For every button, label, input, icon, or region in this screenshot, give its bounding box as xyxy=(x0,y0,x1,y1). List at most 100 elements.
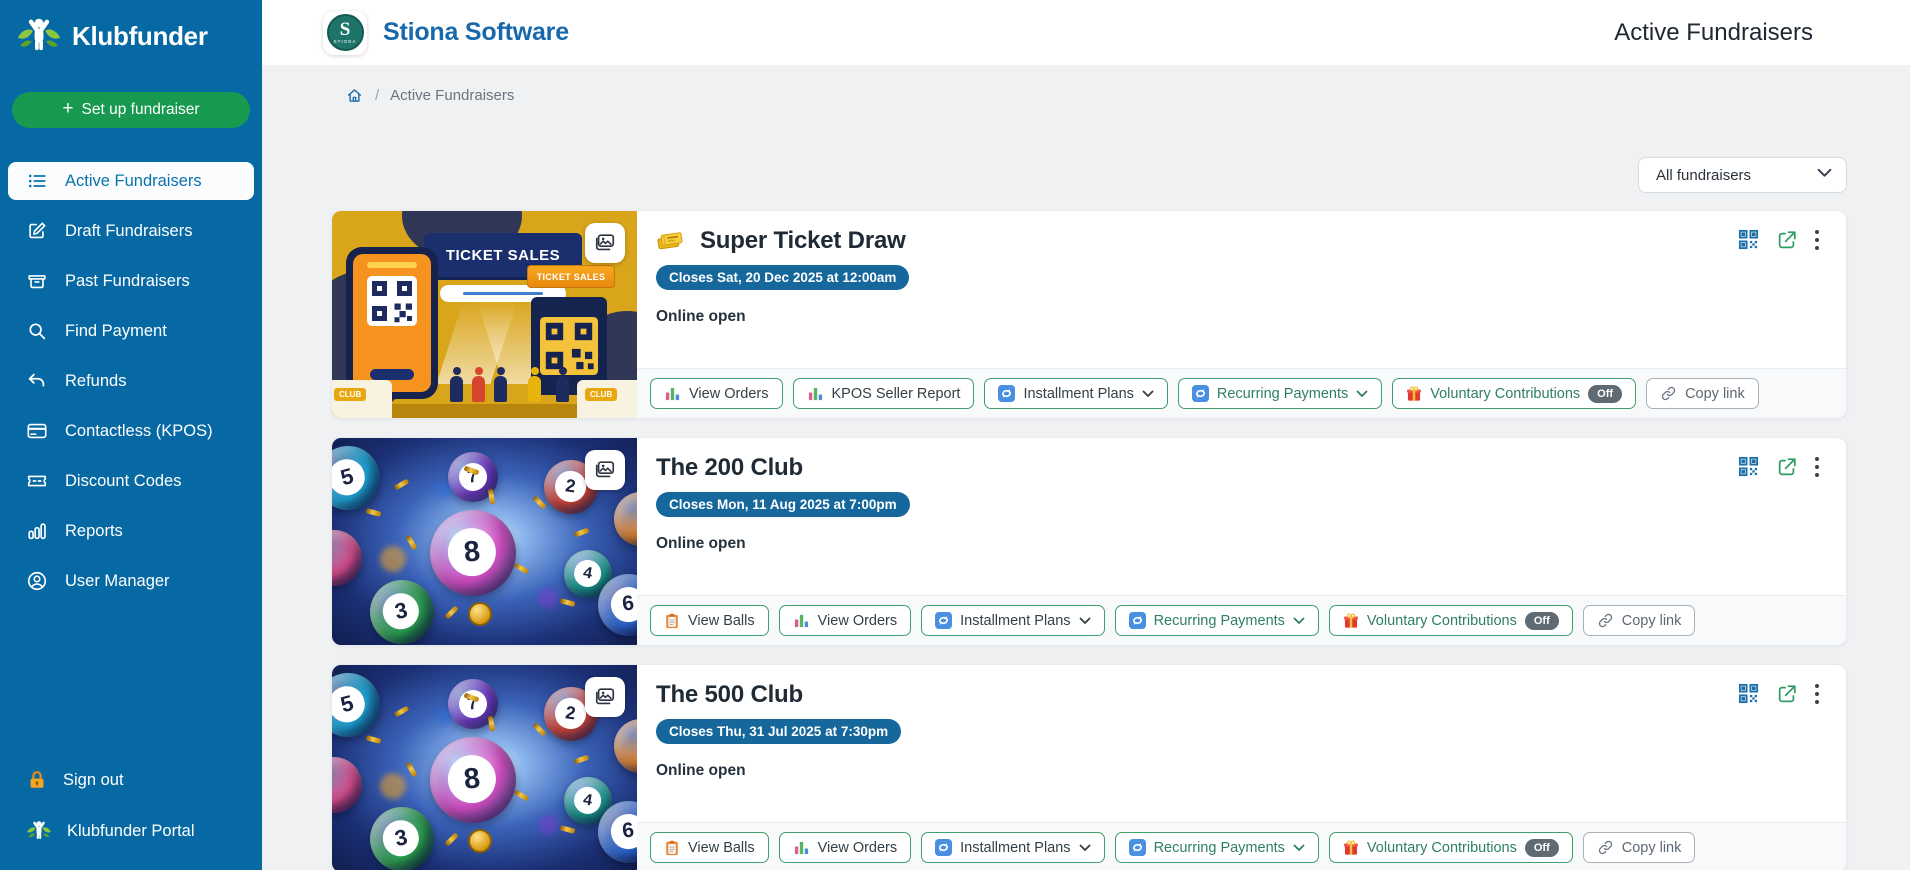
bar-chart-icon xyxy=(793,612,810,629)
marquee-line xyxy=(463,292,543,295)
picture-icon xyxy=(594,459,616,481)
phone-banner xyxy=(367,262,417,268)
open-external-button[interactable] xyxy=(1776,683,1798,705)
sidebar-item-user-manager[interactable]: User Manager xyxy=(8,562,254,600)
confetti xyxy=(487,488,496,505)
counter: CLUB xyxy=(332,380,392,418)
more-options-button[interactable] xyxy=(1814,229,1820,251)
ticket-emoji-icon xyxy=(656,230,684,252)
klubfunder-portal-label: Klubfunder Portal xyxy=(67,821,195,840)
sign-out-button[interactable]: Sign out xyxy=(8,761,254,799)
confetti xyxy=(559,825,576,834)
voluntary-contributions-button[interactable]: Voluntary Contributions Off xyxy=(1328,605,1573,636)
sidebar-item-contactless-kpos[interactable]: Contactless (KPOS) xyxy=(8,412,254,450)
view-balls-button[interactable]: View Balls xyxy=(650,605,769,636)
brand-name: Klubfunder xyxy=(72,20,208,51)
action-label: Copy link xyxy=(1621,839,1682,856)
recurring-payments-button[interactable]: Recurring Payments xyxy=(1177,378,1383,409)
view-orders-button[interactable]: View Orders xyxy=(650,378,783,409)
confetti xyxy=(532,495,547,510)
sidebar-item-label: Reports xyxy=(65,521,123,540)
more-options-button[interactable] xyxy=(1814,456,1820,478)
sidebar-item-active-fundraisers[interactable]: Active Fundraisers xyxy=(8,162,254,200)
org-header: S STIONA Stiona Software xyxy=(323,10,569,55)
refresh-icon xyxy=(1191,385,1209,402)
qr-icon xyxy=(1737,455,1760,478)
ticket-icon xyxy=(26,470,48,492)
voluntary-contributions-button[interactable]: Voluntary Contributions Off xyxy=(1392,378,1637,409)
recurring-payments-button[interactable]: Recurring Payments xyxy=(1114,832,1319,863)
installment-plans-button[interactable]: Installment Plans xyxy=(984,378,1168,409)
filter-row: All fundraisers xyxy=(331,157,1847,193)
card-actions xyxy=(1737,682,1820,705)
open-external-button[interactable] xyxy=(1776,456,1798,478)
ball-number: 6 xyxy=(608,811,637,852)
setup-fundraiser-label: Set up fundraiser xyxy=(81,101,200,118)
more-options-button[interactable] xyxy=(1814,683,1820,705)
sidebar-item-find-payment[interactable]: Find Payment xyxy=(8,312,254,350)
copy-link-button[interactable]: Copy link xyxy=(1582,605,1696,636)
recurring-payments-button[interactable]: Recurring Payments xyxy=(1114,605,1319,636)
sidebar-item-label: Refunds xyxy=(65,371,127,390)
sidebar-item-reports[interactable]: Reports xyxy=(8,512,254,550)
fundraiser-card: 5 7 2 8 3 4 6 The 200 Club Closes Mon, 11 Aug 20… xyxy=(331,437,1847,646)
closes-badge: Closes Mon, 11 Aug 2025 at 7:00pm xyxy=(656,492,910,517)
action-label: Recurring Payments xyxy=(1153,839,1285,856)
qr-code-button[interactable] xyxy=(1737,682,1760,705)
sidebar-item-discount-codes[interactable]: Discount Codes xyxy=(8,462,254,500)
lottery-ball: 8 xyxy=(425,732,521,828)
chevron-down-icon xyxy=(1356,390,1368,398)
home-icon[interactable] xyxy=(345,86,364,105)
setup-fundraiser-button[interactable]: + Set up fundraiser xyxy=(12,92,250,128)
blurred-ball xyxy=(538,588,558,608)
installment-plans-button[interactable]: Installment Plans xyxy=(921,605,1105,636)
app: Klubfunder + Set up fundraiser Active Fu… xyxy=(0,0,1910,870)
confetti xyxy=(365,508,382,517)
action-label: Installment Plans xyxy=(960,839,1071,856)
gold-coin xyxy=(468,602,492,626)
sidebar-item-draft-fundraisers[interactable]: Draft Fundraisers xyxy=(8,212,254,250)
refresh-icon xyxy=(998,385,1016,402)
lottery-ball: 3 xyxy=(364,801,440,870)
qr-icon xyxy=(1737,682,1760,705)
fundraiser-filter-select[interactable]: All fundraisers xyxy=(1638,157,1847,193)
qr-code-button[interactable] xyxy=(1737,455,1760,478)
sidebar-item-refunds[interactable]: Refunds xyxy=(8,362,254,400)
copy-link-button[interactable]: Copy link xyxy=(1582,832,1696,863)
confetti xyxy=(393,705,410,718)
off-badge: Off xyxy=(1524,611,1559,630)
bar-chart-icon xyxy=(807,385,824,402)
voluntary-contributions-button[interactable]: Voluntary Contributions Off xyxy=(1328,832,1573,863)
action-label: View Orders xyxy=(817,839,898,856)
lottery-ball: 5 xyxy=(332,665,388,745)
chevron-down-icon xyxy=(1817,168,1832,183)
sidebar-item-past-fundraisers[interactable]: Past Fundraisers xyxy=(8,262,254,300)
image-gallery-button[interactable] xyxy=(585,450,625,490)
main: S STIONA Stiona Software Active Fundrais… xyxy=(262,0,1910,870)
confetti xyxy=(559,598,576,607)
picture-icon xyxy=(594,232,616,254)
blurred-ball xyxy=(538,815,558,835)
fundraiser-card: 5 7 2 8 3 4 6 The 500 Club Closes Thu, 31 Jul 20… xyxy=(331,664,1847,870)
copy-link-button[interactable]: Copy link xyxy=(1646,378,1759,409)
view-balls-button[interactable]: View Balls xyxy=(650,832,769,863)
view-orders-button[interactable]: View Orders xyxy=(778,832,912,863)
ball-number: 2 xyxy=(553,696,588,731)
card-footer: View Balls View Orders Installment Plans Re… xyxy=(637,595,1846,645)
fundraiser-title: The 200 Club xyxy=(656,454,803,481)
open-external-button[interactable] xyxy=(1776,229,1798,251)
card-icon xyxy=(26,420,48,442)
ball-number: 6 xyxy=(608,584,637,625)
image-gallery-button[interactable] xyxy=(585,223,625,263)
image-gallery-button[interactable] xyxy=(585,677,625,717)
filter-selected-value: All fundraisers xyxy=(1656,166,1752,184)
fundraiser-details: Super Ticket Draw Closes Sat, 20 Dec 2025… xyxy=(637,211,1846,418)
kpos-seller-report-button[interactable]: KPOS Seller Report xyxy=(792,378,975,409)
view-orders-button[interactable]: View Orders xyxy=(778,605,912,636)
search-icon xyxy=(26,320,48,342)
qr-icon xyxy=(1737,228,1760,251)
klubfunder-portal-link[interactable]: Klubfunder Portal xyxy=(8,812,254,850)
installment-plans-button[interactable]: Installment Plans xyxy=(921,832,1105,863)
qr-code-button[interactable] xyxy=(1737,228,1760,251)
fundraiser-image: 5 7 2 83 46 xyxy=(332,665,637,870)
